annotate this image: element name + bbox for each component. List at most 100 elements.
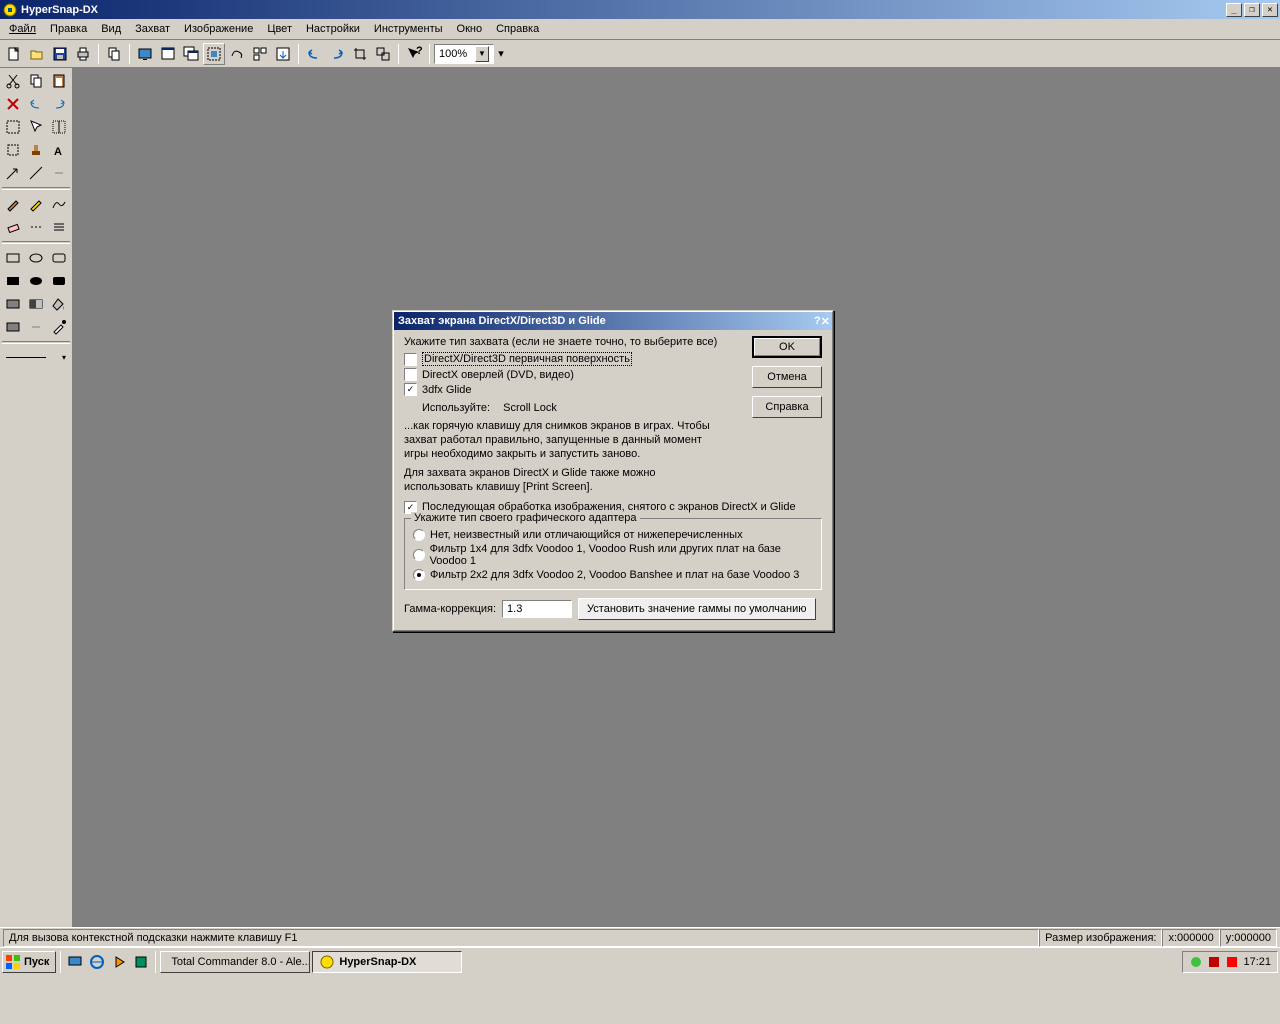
menu-help[interactable]: Справка xyxy=(489,21,546,37)
undo-button[interactable] xyxy=(303,43,325,65)
color-swatch-3[interactable] xyxy=(2,316,24,338)
eraser-tool[interactable] xyxy=(2,216,24,238)
radio-1x4-label: Фильтр 1x4 для 3dfx Voodoo 1, Voodoo Rus… xyxy=(430,543,813,567)
redo-button[interactable] xyxy=(326,43,348,65)
open-button[interactable] xyxy=(26,43,48,65)
menu-window[interactable]: Окно xyxy=(450,21,490,37)
radio-2x2[interactable] xyxy=(413,569,425,581)
tray-icon-2[interactable] xyxy=(1207,955,1221,969)
ql-media-icon[interactable] xyxy=(109,952,129,972)
tray-icon-3[interactable] xyxy=(1225,955,1239,969)
info-hotkey: ...как горячую клавишу для снимков экран… xyxy=(404,420,714,461)
capture-multi-button[interactable] xyxy=(249,43,271,65)
zoom-dropdown-icon[interactable]: ▼ xyxy=(475,46,489,62)
fill-rounded-rect-tool[interactable] xyxy=(48,270,70,292)
taskbar-item-hypersnap[interactable]: HyperSnap-DX xyxy=(312,951,462,973)
whatsthis-button[interactable]: ? xyxy=(403,43,425,65)
gamma-input[interactable] xyxy=(502,600,572,618)
line-style-tool[interactable] xyxy=(48,216,70,238)
copy-tool[interactable] xyxy=(25,70,47,92)
undo-tool[interactable] xyxy=(25,93,47,115)
menu-edit[interactable]: Правка xyxy=(43,21,94,37)
main-toolbar: ? 100% ▼ ▾ xyxy=(0,40,1280,68)
text-tool[interactable]: A xyxy=(48,139,70,161)
delete-tool[interactable] xyxy=(2,93,24,115)
copy-button[interactable] xyxy=(103,43,125,65)
menu-color[interactable]: Цвет xyxy=(260,21,299,37)
line-tool[interactable] xyxy=(25,162,47,184)
chk-3dfx-glide[interactable]: ✓ xyxy=(404,383,417,396)
save-button[interactable] xyxy=(49,43,71,65)
ok-button[interactable]: OK xyxy=(752,336,822,358)
zoom-combo[interactable]: 100% ▼ xyxy=(434,44,494,64)
radio-none[interactable] xyxy=(413,529,425,541)
menu-settings[interactable]: Настройки xyxy=(299,21,367,37)
arrow-tool[interactable] xyxy=(2,162,24,184)
menu-capture[interactable]: Захват xyxy=(128,21,177,37)
paste-tool[interactable] xyxy=(48,70,70,92)
dialog-help-button[interactable]: ? xyxy=(814,315,821,327)
cancel-button[interactable]: Отмена xyxy=(752,366,822,388)
freehand-tool[interactable] xyxy=(48,193,70,215)
capture-window-button[interactable] xyxy=(157,43,179,65)
crop-tool[interactable] xyxy=(2,139,24,161)
menu-tools[interactable]: Инструменты xyxy=(367,21,450,37)
cut-tool[interactable] xyxy=(2,70,24,92)
tray-clock[interactable]: 17:21 xyxy=(1243,956,1271,968)
brush-tool[interactable] xyxy=(2,193,24,215)
ellipse-tool[interactable] xyxy=(25,247,47,269)
zoom-preset-dropdown[interactable]: ▾ xyxy=(495,44,507,64)
more-tool-2[interactable] xyxy=(25,316,47,338)
radio-1x4[interactable] xyxy=(413,549,425,561)
dash-line-tool[interactable] xyxy=(25,216,47,238)
chk-directx-primary[interactable] xyxy=(404,353,417,366)
ql-ie-icon[interactable] xyxy=(87,952,107,972)
zoom-value: 100% xyxy=(439,48,467,60)
radio-none-label: Нет, неизвестный или отличающийся от ниж… xyxy=(430,529,743,541)
start-button[interactable]: Пуск xyxy=(2,951,56,973)
ql-app-icon[interactable] xyxy=(131,952,151,972)
menu-image[interactable]: Изображение xyxy=(177,21,260,37)
fill-rect-tool[interactable] xyxy=(2,270,24,292)
tray-icon-1[interactable] xyxy=(1189,955,1203,969)
minimize-button[interactable]: _ xyxy=(1226,3,1242,17)
dialog-close-button[interactable]: ✕ xyxy=(821,315,830,328)
color-swatch-1[interactable] xyxy=(2,293,24,315)
app-titlebar: HyperSnap-DX _ ❐ ✕ xyxy=(0,0,1280,19)
start-label: Пуск xyxy=(24,956,49,968)
menu-view[interactable]: Вид xyxy=(94,21,128,37)
capture-region-button[interactable] xyxy=(203,43,225,65)
select-rect-tool[interactable] xyxy=(2,116,24,138)
eyedropper-tool[interactable] xyxy=(48,316,70,338)
stamp-tool[interactable] xyxy=(25,139,47,161)
chk-directx-overlay[interactable] xyxy=(404,368,417,381)
rounded-rect-tool[interactable] xyxy=(48,247,70,269)
rect-tool[interactable] xyxy=(2,247,24,269)
new-button[interactable] xyxy=(3,43,25,65)
close-button[interactable]: ✕ xyxy=(1262,3,1278,17)
ql-desktop-icon[interactable] xyxy=(65,952,85,972)
redo-tool[interactable] xyxy=(48,93,70,115)
print-button[interactable] xyxy=(72,43,94,65)
capture-fullscreen-button[interactable] xyxy=(134,43,156,65)
capture-scroll-button[interactable] xyxy=(272,43,294,65)
color-swatch-2[interactable] xyxy=(25,293,47,315)
chk-directx-primary-label: DirectX/Direct3D первичная поверхность xyxy=(422,352,632,366)
help-button[interactable]: Справка xyxy=(752,396,822,418)
pencil-tool[interactable] xyxy=(25,193,47,215)
fill-tool[interactable] xyxy=(48,293,70,315)
line-width-preview[interactable]: ▾ xyxy=(2,347,70,367)
crop-button[interactable] xyxy=(349,43,371,65)
fill-ellipse-tool[interactable] xyxy=(25,270,47,292)
maximize-button[interactable]: ❐ xyxy=(1244,3,1260,17)
capture-freehand-button[interactable] xyxy=(226,43,248,65)
more-tool-1[interactable] xyxy=(48,162,70,184)
resize-button[interactable] xyxy=(372,43,394,65)
capture-active-window-button[interactable] xyxy=(180,43,202,65)
pointer-tool[interactable] xyxy=(25,116,47,138)
app-title: HyperSnap-DX xyxy=(21,4,1224,16)
menu-file[interactable]: Файл xyxy=(2,21,43,37)
taskbar-item-totalcmd[interactable]: Total Commander 8.0 - Ale... xyxy=(160,951,310,973)
gamma-default-button[interactable]: Установить значение гаммы по умолчанию xyxy=(578,598,815,620)
select-area-tool[interactable] xyxy=(48,116,70,138)
